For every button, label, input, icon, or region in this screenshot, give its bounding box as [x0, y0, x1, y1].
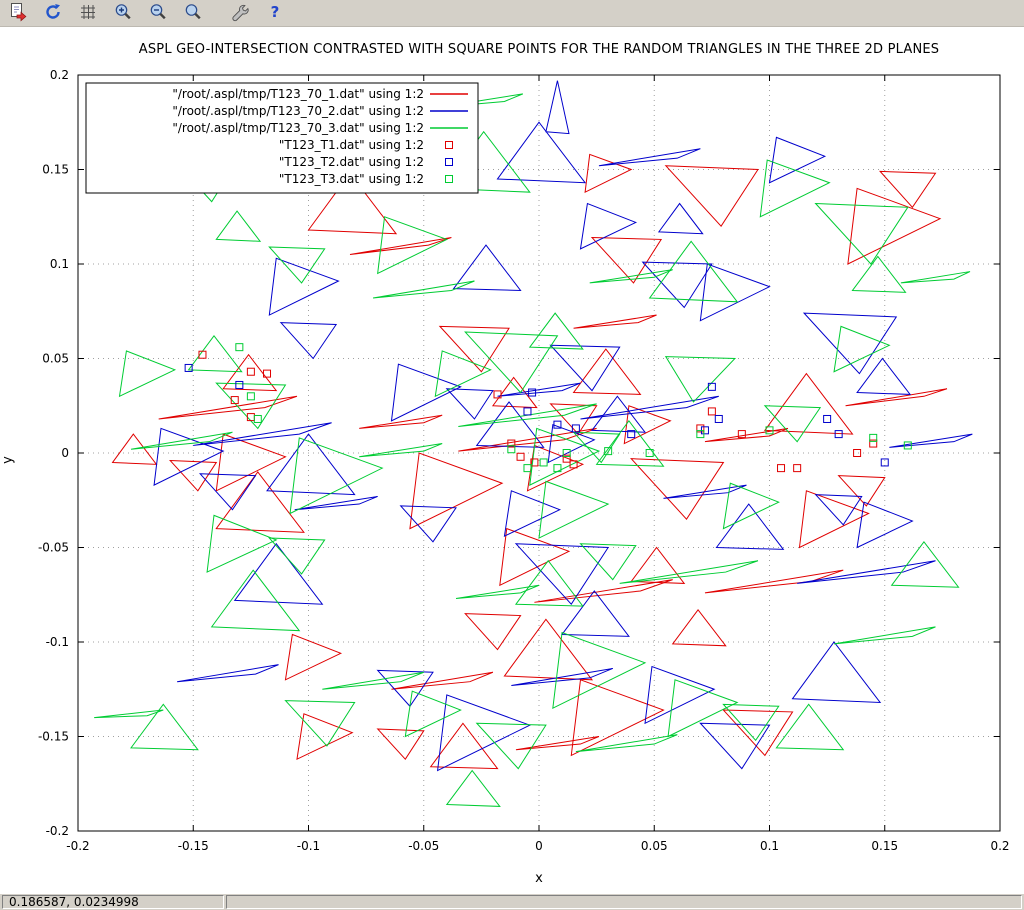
svg-text:?: ? — [271, 3, 280, 21]
refresh-icon — [43, 2, 63, 25]
status-bar: 0.186587, 0.0234998 — [0, 893, 1024, 910]
plot-svg[interactable]: -0.2 -0.15 -0.1 -0.05 0 0.05 0.1 0.15 0.2 -0.2 -0.… — [0, 27, 1024, 893]
zoom-previous-icon — [148, 2, 168, 25]
status-spacer — [226, 895, 1022, 909]
svg-text:-0.1: -0.1 — [46, 635, 69, 649]
svg-text:"/root/.aspl/tmp/T123_70_2.dat: "/root/.aspl/tmp/T123_70_2.dat" using 1:… — [172, 104, 424, 118]
legend: "/root/.aspl/tmp/T123_70_1.dat" using 1:… — [86, 83, 478, 193]
zoom-next-icon — [183, 2, 203, 25]
config-icon — [230, 2, 250, 25]
series-T123_T1 — [199, 351, 877, 471]
svg-text:-0.15: -0.15 — [38, 730, 69, 744]
svg-text:-0.05: -0.05 — [38, 541, 69, 555]
svg-text:0.2: 0.2 — [990, 839, 1009, 853]
series-T123_T2 — [185, 364, 888, 466]
grid-icon — [78, 2, 98, 25]
svg-text:-0.1: -0.1 — [297, 839, 320, 853]
refresh-button[interactable] — [39, 1, 67, 25]
svg-text:"/root/.aspl/tmp/T123_70_1.dat: "/root/.aspl/tmp/T123_70_1.dat" using 1:… — [172, 87, 424, 101]
svg-text:0.1: 0.1 — [50, 257, 69, 271]
svg-text:0: 0 — [61, 446, 69, 460]
svg-text:-0.2: -0.2 — [66, 839, 89, 853]
series-T123_70_3 — [94, 94, 970, 807]
mouse-coordinates: 0.186587, 0.0234998 — [2, 895, 224, 909]
y-axis-label: y — [0, 456, 15, 464]
svg-text:0.15: 0.15 — [42, 163, 69, 177]
zoom-in-button[interactable] — [109, 1, 137, 25]
svg-text:0.15: 0.15 — [871, 839, 898, 853]
help-button[interactable]: ? — [261, 1, 289, 25]
grid-button[interactable] — [74, 1, 102, 25]
svg-text:-0.15: -0.15 — [178, 839, 209, 853]
svg-text:0.05: 0.05 — [641, 839, 668, 853]
plot-canvas[interactable]: ASPL GEO-INTERSECTION CONTRASTED WITH SQ… — [0, 27, 1024, 893]
svg-text:0.05: 0.05 — [42, 352, 69, 366]
svg-text:-0.05: -0.05 — [408, 839, 439, 853]
export-icon — [8, 2, 28, 25]
svg-text:0.1: 0.1 — [760, 839, 779, 853]
toolbar: ? — [0, 0, 1024, 27]
svg-text:"T123_T1.dat" using 1:2: "T123_T1.dat" using 1:2 — [279, 138, 424, 152]
export-button[interactable] — [4, 1, 32, 25]
series-T123_70_1 — [113, 137, 947, 768]
x-axis-label: x — [78, 871, 1000, 886]
config-button[interactable] — [226, 1, 254, 25]
zoom-next-button[interactable] — [179, 1, 207, 25]
svg-text:"T123_T2.dat" using 1:2: "T123_T2.dat" using 1:2 — [279, 155, 424, 169]
gnuplot-window: ? ASPL GEO-INTERSECTION CONTRASTED WITH … — [0, 0, 1024, 910]
svg-text:"/root/.aspl/tmp/T123_70_3.dat: "/root/.aspl/tmp/T123_70_3.dat" using 1:… — [172, 121, 424, 135]
svg-text:0.2: 0.2 — [50, 68, 69, 82]
svg-text:-0.2: -0.2 — [46, 824, 69, 838]
zoom-previous-button[interactable] — [144, 1, 172, 25]
svg-text:0: 0 — [535, 839, 543, 853]
svg-text:"T123_T3.dat" using 1:2: "T123_T3.dat" using 1:2 — [279, 172, 424, 186]
zoom-in-icon — [113, 2, 133, 25]
help-icon: ? — [265, 2, 285, 25]
